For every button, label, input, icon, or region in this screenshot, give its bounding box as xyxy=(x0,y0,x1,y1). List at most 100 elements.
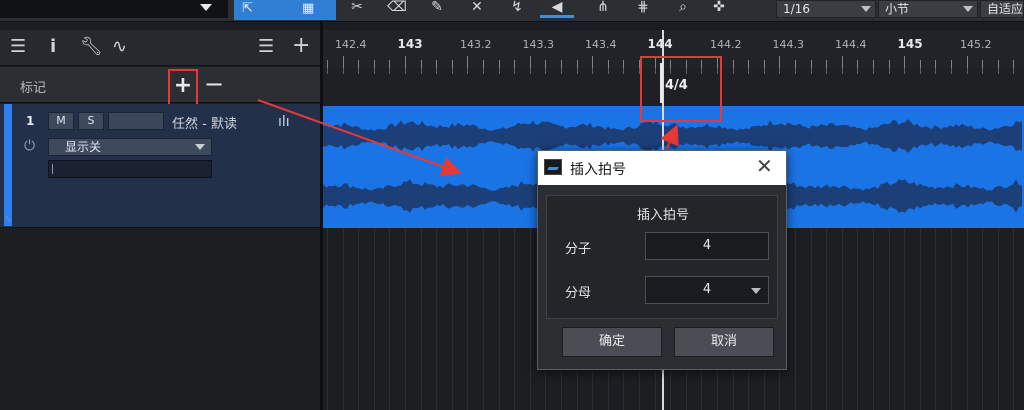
ruler-tick xyxy=(779,56,781,68)
ruler-tick xyxy=(997,60,999,68)
wrench-icon[interactable]: 🔧︎ xyxy=(80,36,103,57)
signature-tick xyxy=(966,68,968,74)
signature-tick xyxy=(576,68,578,74)
signature-tick xyxy=(373,68,375,74)
ruler-tick xyxy=(795,60,796,68)
track-select-strip[interactable] xyxy=(4,104,12,226)
listen-tool-icon[interactable]: ◀ xyxy=(540,0,574,18)
solo-button[interactable]: S xyxy=(78,112,104,130)
ruler-tick xyxy=(982,60,984,68)
arrow-tool-group[interactable]: ⇱ ▦ xyxy=(234,0,336,20)
timebase-select[interactable]: 小节 xyxy=(878,0,978,18)
bend-marker-icon[interactable]: ⋔ xyxy=(586,0,620,18)
quantize-select[interactable]: 1/16 xyxy=(776,0,876,18)
ruler-label: 144.3 xyxy=(772,38,805,51)
ruler-tick xyxy=(561,60,562,68)
snap-select[interactable]: 自适应 xyxy=(980,0,1024,18)
range-tool-icon[interactable]: ▦ xyxy=(302,1,314,16)
mute-tool-icon[interactable]: ✕ xyxy=(460,0,494,18)
waveform-channel xyxy=(323,119,1022,153)
ruler-label: 142.4 xyxy=(335,38,367,51)
ruler-tick xyxy=(873,60,874,68)
signature-tick xyxy=(545,68,547,74)
insert-time-signature-dialog: 插入拍号 ✕ 插入拍号 分子 4 分母 4 确定 取消 xyxy=(537,150,787,370)
signature-tick xyxy=(561,68,562,74)
ruler-tick xyxy=(966,56,968,68)
ruler-tick xyxy=(514,60,516,68)
ruler-tick xyxy=(389,60,391,68)
automation-icon[interactable]: ∿ xyxy=(112,36,127,57)
ruler-tick xyxy=(405,56,406,68)
ruler-tick xyxy=(904,56,906,68)
ruler-tick xyxy=(935,60,937,68)
remove-marker-button[interactable]: − xyxy=(203,71,225,99)
signature-tick xyxy=(826,68,828,74)
form-heading: 插入拍号 xyxy=(636,208,689,223)
signature-tick xyxy=(607,68,609,74)
bend-tool-icon[interactable]: ↯ xyxy=(500,0,534,18)
automation-lane-icon[interactable]: ∿ xyxy=(4,214,12,225)
add-track-icon[interactable]: + xyxy=(292,33,310,58)
signature-tick xyxy=(498,68,500,74)
signature-tick xyxy=(873,68,874,74)
ruler-tick xyxy=(951,60,952,68)
chevron-down-icon xyxy=(861,6,871,12)
waveform-icon[interactable]: ılı xyxy=(278,114,290,130)
record-monitor-buttons[interactable] xyxy=(108,112,164,130)
ruler-tick xyxy=(342,56,344,68)
ruler-tick xyxy=(451,60,453,68)
snap-value: 自适应 xyxy=(987,2,1024,16)
chevron-down-icon[interactable] xyxy=(200,4,212,11)
signature-tick xyxy=(389,68,391,74)
chevron-down-icon xyxy=(963,6,973,12)
arrow-tool-icon[interactable]: ⇱ xyxy=(242,1,253,16)
automation-display-select[interactable]: 显示关 xyxy=(48,138,212,156)
signature-tick xyxy=(420,68,422,74)
annotation-highlight-box xyxy=(640,56,722,122)
signature-tick xyxy=(857,68,859,74)
marker-label: 标记 xyxy=(20,81,47,96)
track-name[interactable]: 任然 - 默读 xyxy=(172,113,237,132)
close-icon[interactable]: ✕ xyxy=(756,155,773,177)
eraser-tool-icon[interactable]: ⌫ xyxy=(380,0,414,18)
track-list-icon[interactable]: ☰ xyxy=(258,36,274,57)
ok-button[interactable]: 确定 xyxy=(562,327,662,357)
app-icon xyxy=(544,159,562,175)
info-icon[interactable]: i xyxy=(50,36,56,57)
signature-tick xyxy=(1013,68,1015,74)
scrub-tool-icon[interactable]: ✜ xyxy=(702,0,736,18)
paint-tool-icon[interactable]: ✎ xyxy=(420,0,454,18)
denominator-select[interactable]: 4 xyxy=(645,276,769,304)
zoom-tool-icon[interactable]: ⌕ xyxy=(666,0,700,18)
timestretch-icon[interactable]: ⋕ xyxy=(626,0,660,18)
signature-tick xyxy=(841,68,843,74)
audio-track-header[interactable]: 1 M S 任然 - 默读 ılı ⏻ 显示关 ∿ xyxy=(0,104,320,228)
ruler-tick xyxy=(483,60,484,68)
track-number: 1 xyxy=(26,114,35,128)
signature-tick xyxy=(748,68,750,74)
mute-button[interactable]: M xyxy=(48,112,74,130)
split-tool-icon[interactable]: ✂ xyxy=(340,0,374,18)
ruler-tick xyxy=(592,56,594,68)
signature-tick xyxy=(529,68,531,74)
quantize-value: 1/16 xyxy=(783,2,810,16)
automation-value-field[interactable] xyxy=(48,160,212,178)
ruler-tick xyxy=(841,56,843,68)
ruler-label: 144.4 xyxy=(835,38,867,51)
signature-tick xyxy=(405,68,406,74)
transport-display[interactable] xyxy=(0,0,228,18)
dialog-titlebar[interactable]: 插入拍号 ✕ xyxy=(538,151,786,185)
track-list-header: ☰ i 🔧︎ ∿ ☰ + xyxy=(0,30,320,66)
power-icon[interactable]: ⏻ xyxy=(24,138,35,154)
ruler-tick xyxy=(763,60,765,68)
signature-tick xyxy=(732,68,734,74)
list-menu-icon[interactable]: ☰ xyxy=(10,36,26,57)
cancel-button[interactable]: 取消 xyxy=(674,327,774,357)
ruler-tick xyxy=(529,56,531,68)
ruler-tick xyxy=(748,60,750,68)
signature-tick xyxy=(436,68,438,74)
signature-tick xyxy=(810,68,812,74)
signature-tick xyxy=(904,68,906,74)
signature-tick xyxy=(327,68,328,74)
numerator-input[interactable]: 4 xyxy=(645,232,769,260)
